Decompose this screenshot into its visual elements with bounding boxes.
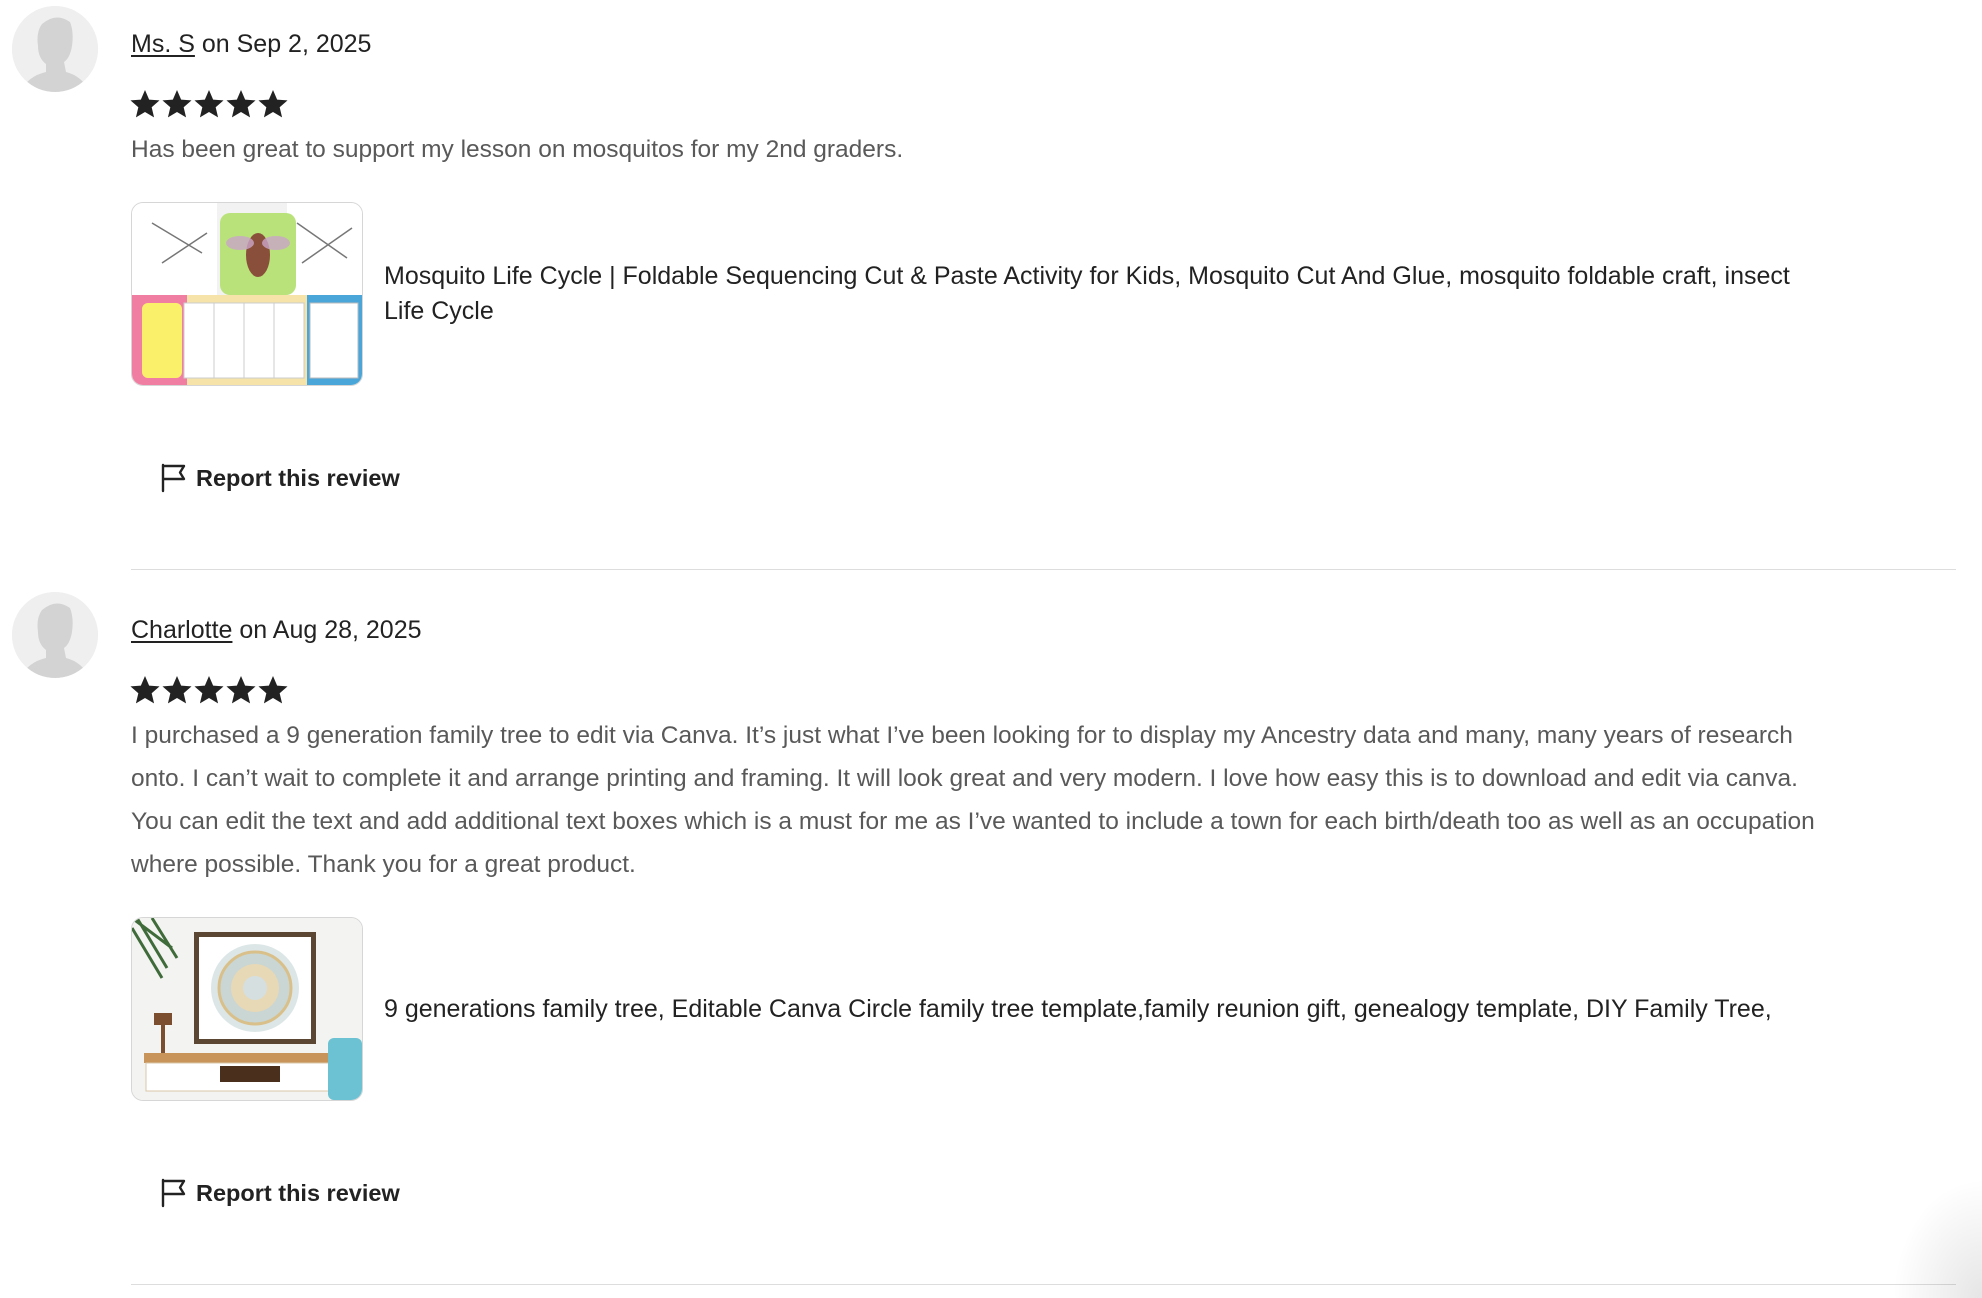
- star-icon: [130, 676, 160, 704]
- family-tree-product-image: [132, 918, 362, 1100]
- reviewer-name-link[interactable]: Ms. S: [131, 30, 195, 58]
- product-title[interactable]: Mosquito Life Cycle | Foldable Sequencin…: [384, 259, 1804, 329]
- star-rating: [129, 674, 289, 710]
- review-date: on Aug 28, 2025: [239, 616, 422, 644]
- product-title[interactable]: 9 generations family tree, Editable Canv…: [384, 992, 1804, 1027]
- star-icon: [258, 90, 288, 118]
- avatar-placeholder-icon: [12, 592, 98, 678]
- star-icon: [258, 676, 288, 704]
- star-icon: [226, 676, 256, 704]
- review-text: Has been great to support my lesson on m…: [131, 136, 904, 163]
- mosquito-product-image: [132, 203, 362, 385]
- flag-icon: [161, 463, 186, 493]
- reviewed-product-link[interactable]: 9 generations family tree, Editable Canv…: [131, 917, 1804, 1101]
- product-thumbnail[interactable]: [131, 202, 363, 386]
- report-review-label: Report this review: [196, 464, 400, 491]
- reviewer-name-link[interactable]: Charlotte: [131, 616, 232, 644]
- review-byline: Charlotte on Aug 28, 2025: [131, 612, 422, 648]
- star-icon: [194, 676, 224, 704]
- corner-shadow: [1892, 1178, 1982, 1298]
- product-thumbnail[interactable]: [131, 917, 363, 1101]
- star-icon: [130, 90, 160, 118]
- divider: [131, 569, 1956, 570]
- review-date: on Sep 2, 2025: [201, 30, 372, 58]
- star-icon: [226, 90, 256, 118]
- star-rating: [129, 88, 289, 124]
- report-review-button[interactable]: Report this review: [160, 463, 400, 493]
- review-text: I purchased a 9 generation family tree t…: [131, 722, 1815, 878]
- reviewed-product-link[interactable]: Mosquito Life Cycle | Foldable Sequencin…: [131, 202, 1804, 386]
- avatar[interactable]: [12, 592, 98, 678]
- star-icon: [194, 90, 224, 118]
- avatar-placeholder-icon: [12, 6, 98, 92]
- report-review-button[interactable]: Report this review: [160, 1178, 400, 1208]
- review-byline: Ms. S on Sep 2, 2025: [131, 26, 371, 62]
- report-review-label: Report this review: [196, 1179, 400, 1206]
- star-icon: [162, 676, 192, 704]
- star-icon: [162, 90, 192, 118]
- flag-icon: [161, 1178, 186, 1208]
- avatar[interactable]: [12, 6, 98, 92]
- divider: [131, 1284, 1956, 1285]
